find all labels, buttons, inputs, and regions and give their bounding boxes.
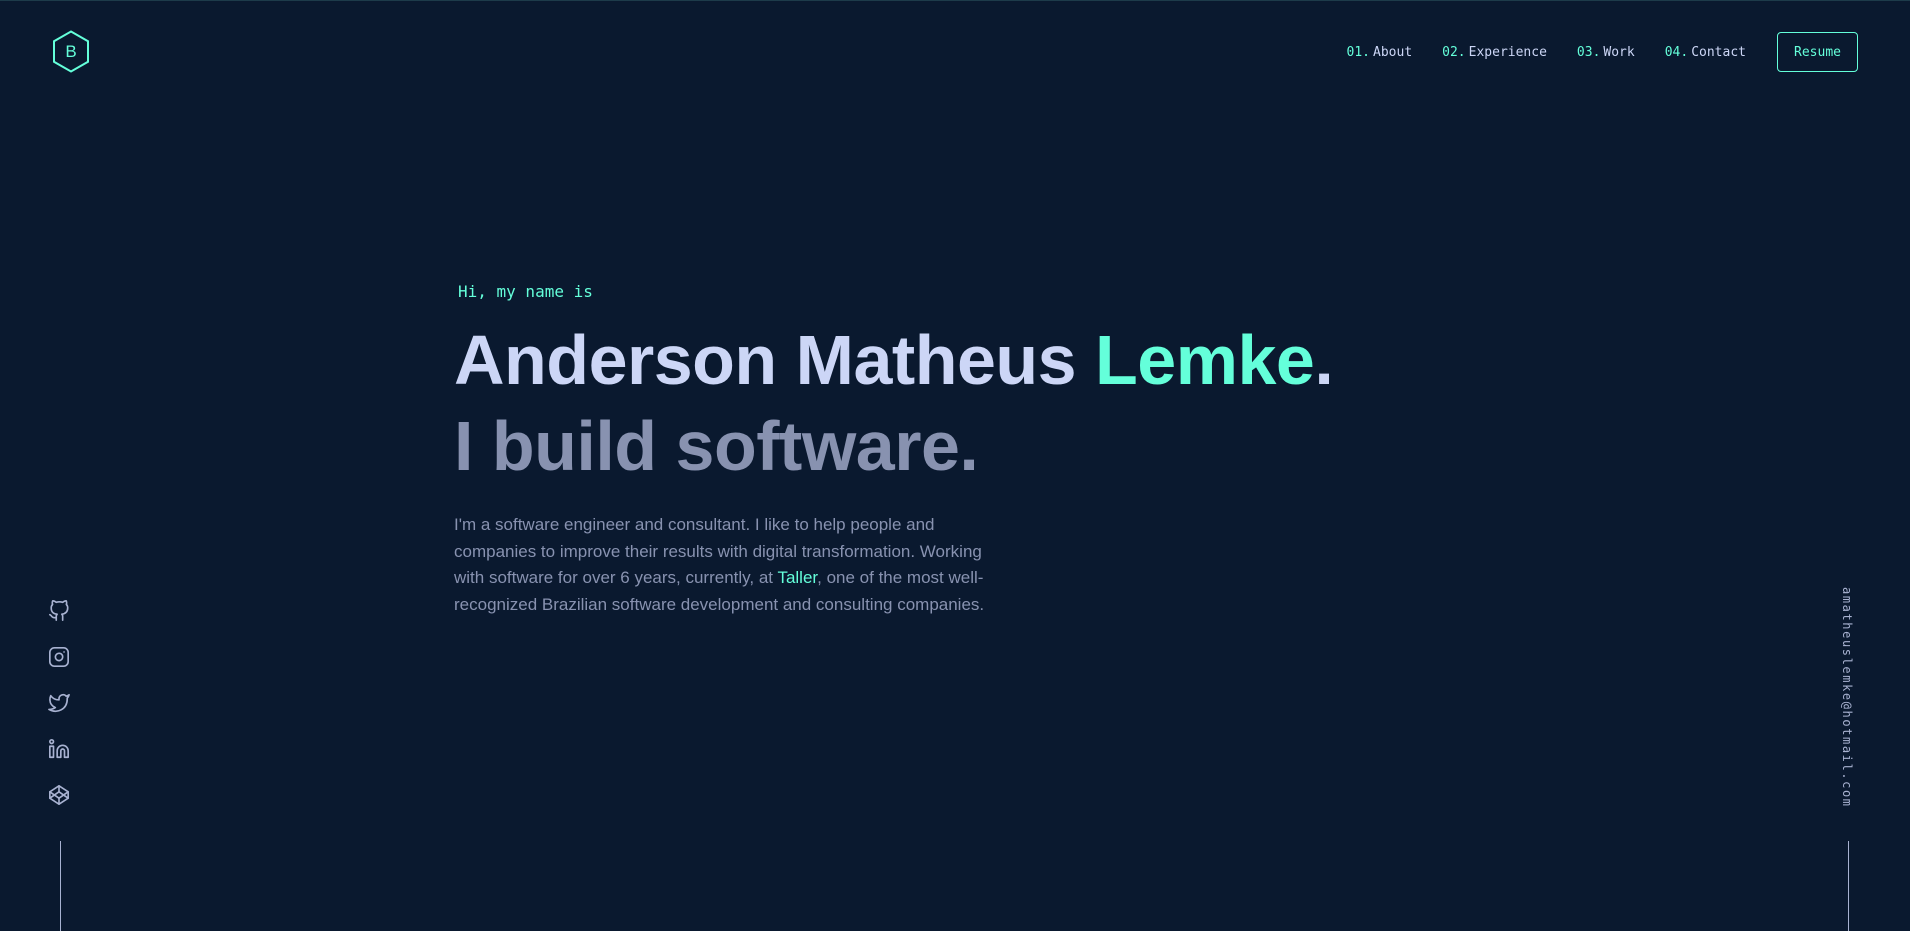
hero-bio: I'm a software engineer and consultant. …	[454, 512, 994, 618]
left-rail-line	[60, 841, 61, 931]
nav-link-contact[interactable]: 04. Contact	[1665, 45, 1746, 60]
codepen-link[interactable]	[48, 784, 72, 808]
resume-button[interactable]: Resume	[1777, 32, 1858, 72]
top-nav: 01. About 02. Experience 03. Work 04. Contac…	[1317, 32, 1858, 72]
hero-section: Hi, my name is Anderson Matheus Lemke. I…	[454, 277, 1354, 618]
nav-number: 03.	[1576, 44, 1601, 60]
logo-letter: B	[65, 41, 77, 61]
github-link[interactable]	[48, 600, 72, 624]
nav-link-about[interactable]: 01. About	[1347, 45, 1413, 60]
linkedin-link[interactable]	[48, 738, 72, 762]
nav-link-experience[interactable]: 02. Experience	[1442, 45, 1547, 60]
instagram-icon	[49, 647, 69, 667]
github-icon	[49, 600, 69, 621]
codepen-icon	[49, 785, 69, 805]
nav-number: 02.	[1442, 44, 1466, 60]
logo[interactable]: B	[52, 30, 90, 73]
employer-link[interactable]: Taller	[777, 568, 817, 587]
nav-label: Experience	[1468, 44, 1547, 60]
hero-intro: Hi, my name is	[458, 282, 593, 301]
nav-label: Work	[1603, 44, 1635, 60]
nav-number: 04.	[1664, 44, 1689, 60]
hero-tagline: I build software.	[454, 407, 979, 485]
hero-name-accent: Lemke	[1095, 321, 1315, 399]
nav-link-work[interactable]: 03. Work	[1577, 45, 1635, 60]
social-links	[48, 600, 72, 830]
nav-label: About	[1373, 44, 1413, 60]
right-rail-line	[1848, 841, 1849, 931]
hero-name-period: .	[1314, 321, 1334, 399]
instagram-link[interactable]	[48, 646, 72, 670]
twitter-link[interactable]	[48, 692, 72, 716]
nav-label: Contact	[1691, 44, 1746, 60]
hero-name: Anderson Matheus Lemke.	[454, 320, 1354, 400]
hero-name-main: Anderson Matheus	[454, 321, 1096, 399]
nav-number: 01.	[1346, 44, 1371, 60]
email-link[interactable]: amatheuslemke@hotmail.com	[1840, 587, 1854, 808]
twitter-icon	[48, 693, 70, 713]
linkedin-icon	[49, 739, 69, 759]
